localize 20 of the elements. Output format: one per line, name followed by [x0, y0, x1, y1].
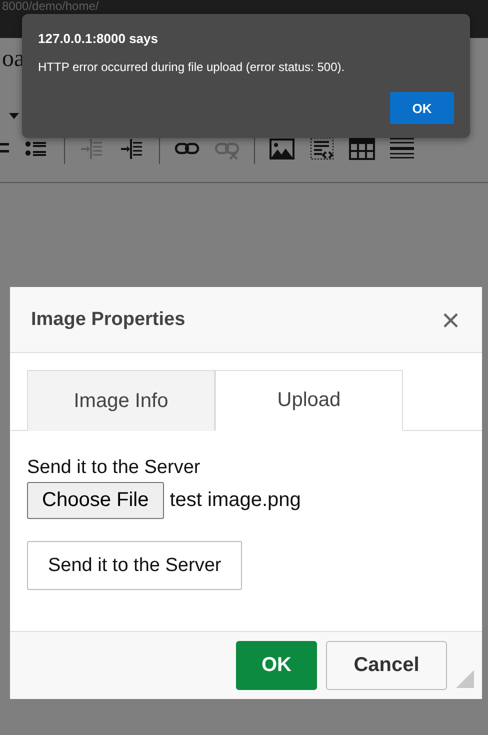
alert-message: HTTP error occurred during file upload (error status: 500).: [38, 60, 346, 74]
caret-icon[interactable]: [9, 113, 19, 119]
ok-button[interactable]: OK: [390, 92, 454, 124]
dialog-title: Image Properties: [31, 308, 186, 330]
resize-handle-icon[interactable]: [456, 670, 474, 688]
image-icon[interactable]: [269, 136, 295, 162]
dialog-tab[interactable]: Upload: [215, 370, 403, 431]
indent-icon[interactable]: [119, 136, 145, 162]
upload-label: Send it to the Server: [27, 457, 200, 479]
close-button[interactable]: ×: [441, 304, 460, 336]
ok-button[interactable]: OK: [236, 641, 317, 690]
template-icon[interactable]: [309, 136, 335, 162]
file-name: test image.png: [170, 489, 301, 512]
cancel-button[interactable]: Cancel: [326, 641, 447, 690]
table-icon[interactable]: [349, 136, 375, 162]
address-text: 8000/demo/home/: [1, 0, 99, 13]
dialog-tab[interactable]: Image Info: [27, 370, 215, 431]
choose-file-button[interactable]: Choose File: [27, 482, 164, 519]
alert-title: 127.0.0.1:8000 says: [38, 31, 159, 46]
send-to-server-button[interactable]: Send it to the Server: [27, 541, 242, 590]
